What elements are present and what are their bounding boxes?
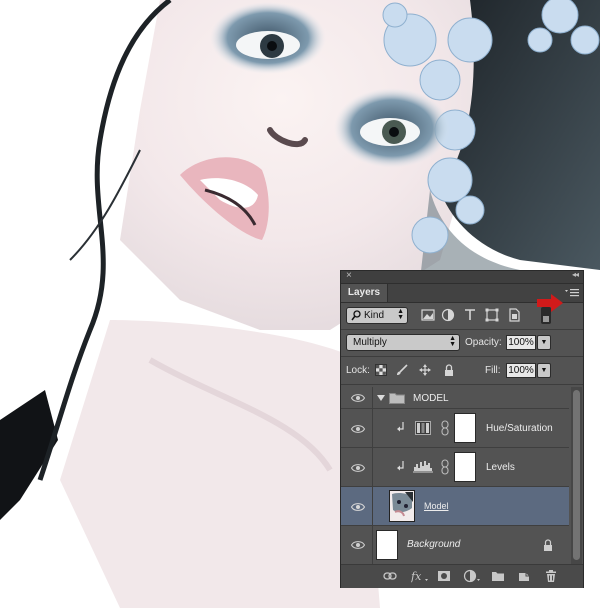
blend-mode-value: Multiply <box>353 337 387 348</box>
fill-label: Fill: <box>485 365 501 376</box>
opacity-label: Opacity: <box>465 337 502 348</box>
visibility-eye-icon[interactable] <box>351 424 365 434</box>
fill-input[interactable]: 100% <box>506 363 536 378</box>
column-divider <box>372 448 373 486</box>
layer-row-model[interactable]: Model <box>341 487 569 526</box>
layer-name: Model <box>424 501 449 511</box>
mask-link-icon[interactable] <box>441 459 449 475</box>
lock-transparent-icon[interactable] <box>375 364 387 376</box>
layer-list: MODEL Hue/Saturation Levels Model Backgr… <box>341 387 569 564</box>
layer-thumbnail[interactable] <box>389 490 415 522</box>
fill-dropdown-button[interactable]: ▼ <box>537 363 551 378</box>
panel-titlebar[interactable]: × ◂◂ <box>341 270 583 284</box>
new-group-icon[interactable] <box>491 569 505 583</box>
column-divider <box>372 487 373 525</box>
layer-row-hue-saturation[interactable]: Hue/Saturation <box>341 409 569 448</box>
new-adjustment-icon[interactable] <box>463 569 481 583</box>
red-arrow-icon <box>537 294 563 312</box>
layer-row-model-group[interactable]: MODEL <box>341 387 569 409</box>
divider <box>341 384 583 385</box>
layer-row-background[interactable]: Background <box>341 526 569 564</box>
layer-thumbnail[interactable] <box>376 530 398 560</box>
column-divider <box>372 409 373 447</box>
filter-kind-select[interactable]: Kind ▲ ▼ <box>346 307 408 324</box>
lock-all-icon[interactable] <box>443 364 455 376</box>
visibility-eye-icon[interactable] <box>351 502 365 512</box>
panel-tab-row: Layers <box>341 284 583 312</box>
fx-icon[interactable]: fx <box>411 569 429 583</box>
column-divider <box>372 387 373 408</box>
layers-scrollbar[interactable] <box>571 387 582 564</box>
neck-skin <box>60 320 380 608</box>
folder-icon <box>389 393 405 404</box>
lock-label: Lock: <box>346 365 370 376</box>
scrollbar-thumb[interactable] <box>573 390 580 560</box>
mask-link-icon[interactable] <box>441 420 449 436</box>
svg-text:fx: fx <box>411 570 422 583</box>
adjustment-filter-icon[interactable] <box>441 308 455 322</box>
link-layers-icon[interactable] <box>383 569 397 583</box>
visibility-eye-icon[interactable] <box>351 463 365 473</box>
layer-mask-thumbnail[interactable] <box>454 452 476 482</box>
opacity-dropdown-button[interactable]: ▼ <box>537 335 551 350</box>
visibility-eye-icon[interactable] <box>351 540 365 550</box>
close-icon[interactable]: × <box>346 270 352 281</box>
lock-pixels-icon[interactable] <box>396 364 408 376</box>
new-layer-icon[interactable] <box>517 569 531 583</box>
layer-mask-thumbnail[interactable] <box>454 413 476 443</box>
collapse-icon[interactable]: ◂◂ <box>572 270 579 279</box>
lock-icon <box>544 539 552 551</box>
tab-layers[interactable]: Layers <box>341 284 388 302</box>
panel-footer: fx <box>341 564 583 588</box>
spinner-icon: ▲ ▼ <box>397 308 404 321</box>
spinner-icon: ▲ ▼ <box>449 335 456 348</box>
blend-mode-select[interactable]: Multiply ▲ ▼ <box>346 334 460 351</box>
panel-menu-icon[interactable] <box>565 287 579 299</box>
layer-name: Background <box>407 539 461 550</box>
divider <box>341 356 583 357</box>
opacity-input[interactable]: 100% <box>506 335 536 350</box>
visibility-eye-icon[interactable] <box>351 393 365 403</box>
type-filter-icon[interactable] <box>463 308 477 322</box>
layer-name: Levels <box>486 462 515 473</box>
lock-position-icon[interactable] <box>419 364 431 376</box>
add-mask-icon[interactable] <box>437 569 451 583</box>
column-divider <box>372 526 373 564</box>
expand-triangle-icon[interactable] <box>377 395 385 401</box>
clipping-arrow-icon <box>397 422 404 432</box>
layers-panel: × ◂◂ Layers Kind ▲ ▼ Multiply ▲ ▼ Opacit… <box>340 270 584 588</box>
trash-icon[interactable] <box>544 569 558 583</box>
divider <box>341 329 583 330</box>
layer-row-levels[interactable]: Levels <box>341 448 569 487</box>
smart-object-filter-icon[interactable] <box>507 308 521 322</box>
hue-saturation-icon <box>415 421 431 435</box>
layer-name: Hue/Saturation <box>486 423 553 434</box>
levels-histogram-icon <box>413 461 433 473</box>
clipping-arrow-icon <box>397 461 404 471</box>
filter-kind-label: Kind <box>364 310 385 321</box>
shape-filter-icon[interactable] <box>485 308 499 322</box>
layer-name: MODEL <box>413 393 449 404</box>
search-icon <box>351 310 361 321</box>
pixel-filter-icon[interactable] <box>421 308 435 322</box>
